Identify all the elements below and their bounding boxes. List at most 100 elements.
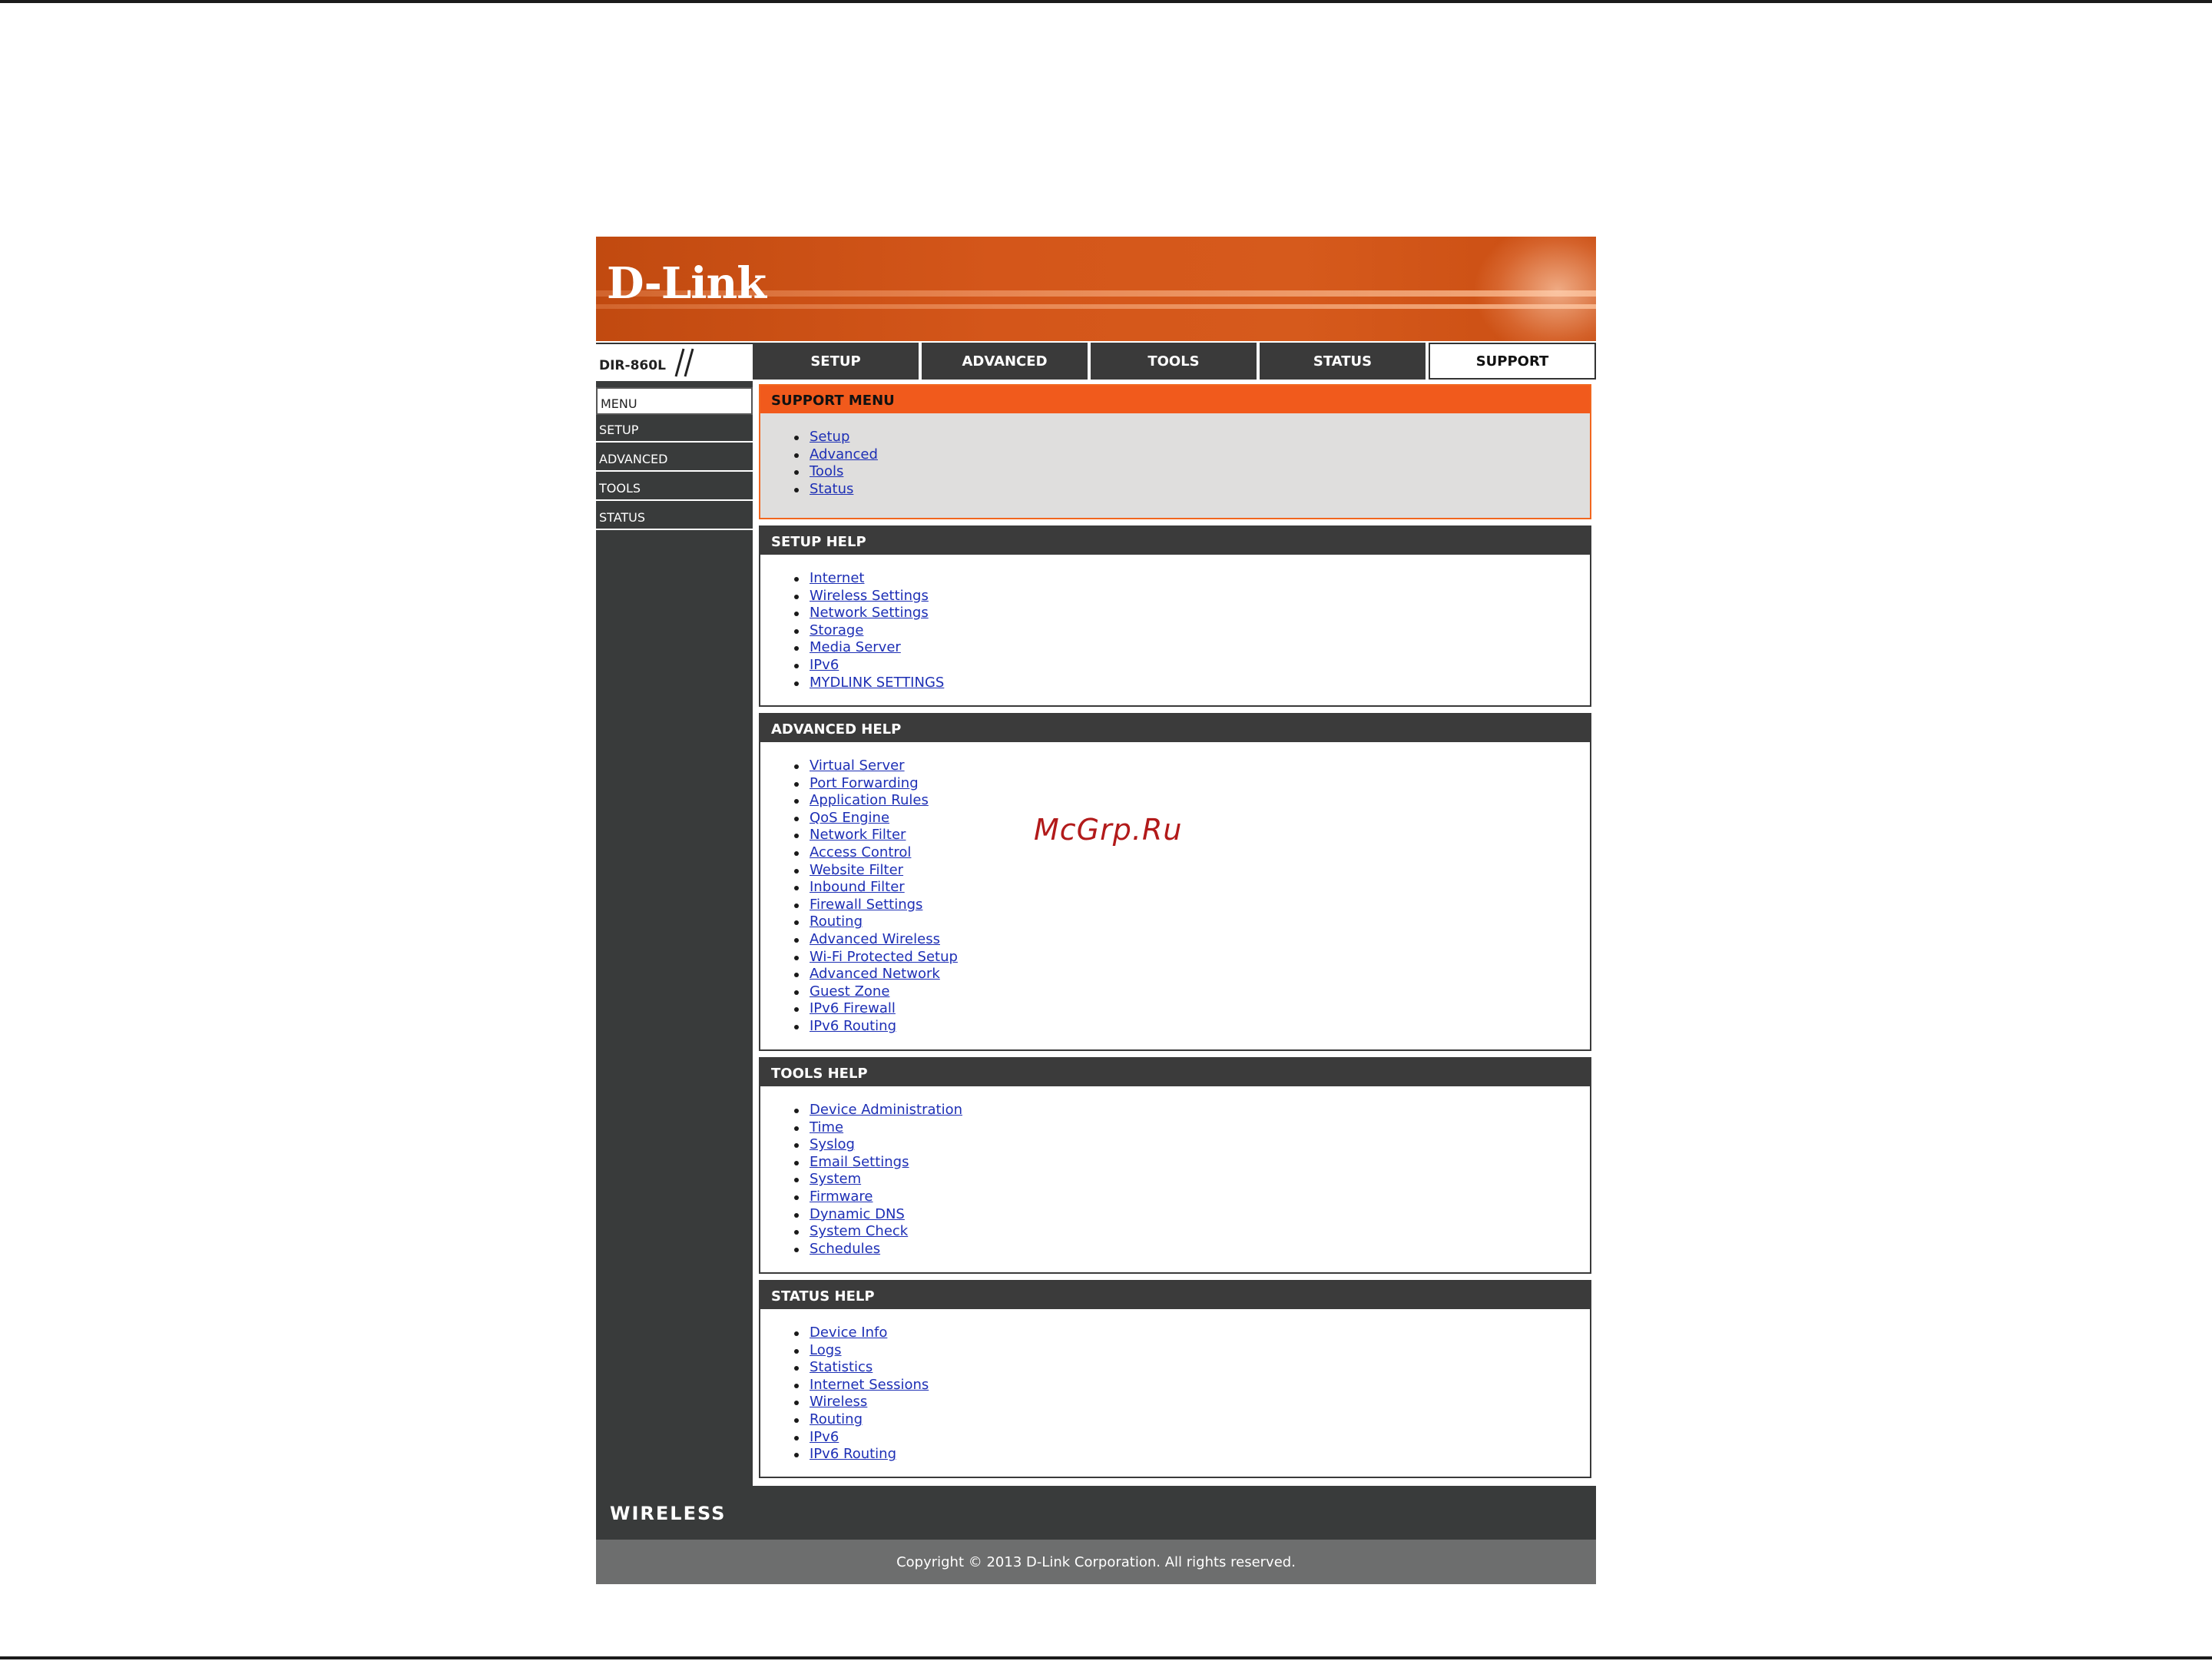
wireless-footer-bar: WIRELESS [596, 1486, 1596, 1540]
help-link-access-control[interactable]: Access Control [810, 844, 911, 860]
list-item: MYDLINK SETTINGS [794, 675, 1590, 692]
help-link-media-server[interactable]: Media Server [810, 639, 901, 655]
list-item: Status [794, 481, 1590, 499]
link-list: Virtual Server Port Forwarding Application… [760, 758, 1590, 1036]
help-link-application-rules[interactable]: Application Rules [810, 792, 929, 808]
list-item: Wi-Fi Protected Setup [794, 949, 1590, 966]
sidebar-item-setup[interactable]: SETUP [596, 415, 753, 443]
help-link-network-settings[interactable]: Network Settings [810, 605, 929, 621]
help-link-statistics[interactable]: Statistics [810, 1359, 873, 1375]
help-link-guest-zone[interactable]: Guest Zone [810, 983, 889, 1000]
help-link-network-filter[interactable]: Network Filter [810, 827, 906, 843]
sidebar-item-tools[interactable]: TOOLS [596, 473, 753, 501]
sidebar: MENU SETUP ADVANCED TOOLS STATUS [596, 381, 753, 1486]
help-link-tools[interactable]: Tools [810, 463, 843, 479]
help-link-device-administration[interactable]: Device Administration [810, 1102, 962, 1118]
bottom-rule [0, 1656, 2212, 1659]
help-link-inbound-filter[interactable]: Inbound Filter [810, 879, 905, 895]
tab-tools[interactable]: TOOLS [1091, 343, 1258, 380]
help-link-dynamic-dns[interactable]: Dynamic DNS [810, 1206, 905, 1222]
list-item: Routing [794, 913, 1590, 931]
help-link-device-info[interactable]: Device Info [810, 1324, 887, 1341]
section-title: TOOLS HELP [760, 1059, 1590, 1086]
sidebar-item-status[interactable]: STATUS [596, 502, 753, 530]
help-link-wi-fi-protected-setup[interactable]: Wi-Fi Protected Setup [810, 949, 958, 965]
help-link-port-forwarding[interactable]: Port Forwarding [810, 775, 919, 791]
list-item: Guest Zone [794, 983, 1590, 1001]
help-link-storage[interactable]: Storage [810, 622, 863, 638]
sidebar-item-advanced[interactable]: ADVANCED [596, 444, 753, 472]
link-list: Device Administration Time Syslog Email Set… [760, 1102, 1590, 1258]
help-link-routing[interactable]: Routing [810, 1411, 863, 1427]
list-item: Media Server [794, 639, 1590, 657]
help-link-internet-sessions[interactable]: Internet Sessions [810, 1377, 929, 1393]
list-item: IPv6 Firewall [794, 1000, 1590, 1018]
help-link-qos-engine[interactable]: QoS Engine [810, 810, 889, 826]
help-link-advanced[interactable]: Advanced [810, 446, 878, 462]
list-item: System Check [794, 1223, 1590, 1241]
help-link-ipv6-routing[interactable]: IPv6 Routing [810, 1446, 896, 1462]
list-item: Inbound Filter [794, 879, 1590, 897]
list-item: Advanced [794, 446, 1590, 464]
list-item: IPv6 [794, 657, 1590, 675]
list-item: Application Rules [794, 792, 1590, 810]
help-link-firewall-settings[interactable]: Firewall Settings [810, 897, 922, 913]
help-link-schedules[interactable]: Schedules [810, 1241, 880, 1257]
sidebar-item-menu[interactable]: MENU [596, 387, 753, 415]
help-link-ipv6-routing[interactable]: IPv6 Routing [810, 1018, 896, 1034]
help-link-wireless[interactable]: Wireless [810, 1394, 867, 1410]
help-link-setup[interactable]: Setup [810, 429, 849, 445]
model-label-box: DIR-860L [596, 343, 753, 380]
model-slashes-icon [674, 348, 694, 377]
tab-setup[interactable]: SETUP [753, 343, 920, 380]
help-link-email-settings[interactable]: Email Settings [810, 1154, 909, 1170]
help-link-logs[interactable]: Logs [810, 1342, 842, 1358]
list-item: IPv6 Routing [794, 1446, 1590, 1464]
list-item: Device Administration [794, 1102, 1590, 1119]
list-item: Virtual Server [794, 758, 1590, 775]
help-link-ipv6-firewall[interactable]: IPv6 Firewall [810, 1000, 896, 1016]
section-title: STATUS HELP [760, 1281, 1590, 1309]
help-link-system-check[interactable]: System Check [810, 1223, 908, 1239]
tab-support[interactable]: SUPPORT [1429, 343, 1596, 380]
help-link-advanced-network[interactable]: Advanced Network [810, 966, 940, 982]
copyright-text: Copyright © 2013 D-Link Corporation. All… [896, 1553, 1296, 1570]
list-item: Schedules [794, 1241, 1590, 1258]
list-item: Internet Sessions [794, 1377, 1590, 1394]
help-link-firmware[interactable]: Firmware [810, 1189, 873, 1205]
help-link-status[interactable]: Status [810, 481, 853, 497]
list-item: IPv6 [794, 1429, 1590, 1447]
advanced-help-box: ADVANCED HELP Virtual Server Port Forward… [759, 713, 1591, 1051]
help-link-time[interactable]: Time [810, 1119, 843, 1136]
tab-status[interactable]: STATUS [1260, 343, 1427, 380]
link-list: Device Info Logs Statistics Internet Sessio… [760, 1324, 1590, 1464]
help-link-wireless-settings[interactable]: Wireless Settings [810, 588, 929, 604]
list-item: IPv6 Routing [794, 1018, 1590, 1036]
list-item: System [794, 1171, 1590, 1189]
link-list: Setup Advanced Tools Status [760, 429, 1590, 498]
list-item: Device Info [794, 1324, 1590, 1342]
dlink-logo: D-Link [607, 258, 767, 309]
help-link-mydlink-settings[interactable]: MYDLINK SETTINGS [810, 675, 944, 691]
list-item: QoS Engine [794, 810, 1590, 827]
list-item: Network Filter [794, 827, 1590, 844]
list-item: Email Settings [794, 1154, 1590, 1172]
top-rule [0, 0, 2212, 3]
setup-help-box: SETUP HELP Internet Wireless Settings Netw… [759, 525, 1591, 707]
status-help-box: STATUS HELP Device Info Logs Statistics Int… [759, 1280, 1591, 1478]
help-link-ipv6[interactable]: IPv6 [810, 1429, 839, 1445]
help-link-ipv6[interactable]: IPv6 [810, 657, 839, 673]
tab-advanced[interactable]: ADVANCED [922, 343, 1089, 380]
model-label: DIR-860L [599, 358, 666, 373]
help-link-virtual-server[interactable]: Virtual Server [810, 758, 905, 774]
help-link-routing[interactable]: Routing [810, 913, 863, 930]
help-link-advanced-wireless[interactable]: Advanced Wireless [810, 931, 940, 947]
list-item: Dynamic DNS [794, 1206, 1590, 1224]
list-item: Network Settings [794, 605, 1590, 622]
list-item: Website Filter [794, 862, 1590, 880]
router-admin-page: D-Link DIR-860L SETUP ADVANCED TOOLS STA… [596, 237, 1596, 1586]
help-link-website-filter[interactable]: Website Filter [810, 862, 903, 878]
help-link-syslog[interactable]: Syslog [810, 1136, 855, 1152]
help-link-system[interactable]: System [810, 1171, 861, 1187]
help-link-internet[interactable]: Internet [810, 570, 864, 586]
